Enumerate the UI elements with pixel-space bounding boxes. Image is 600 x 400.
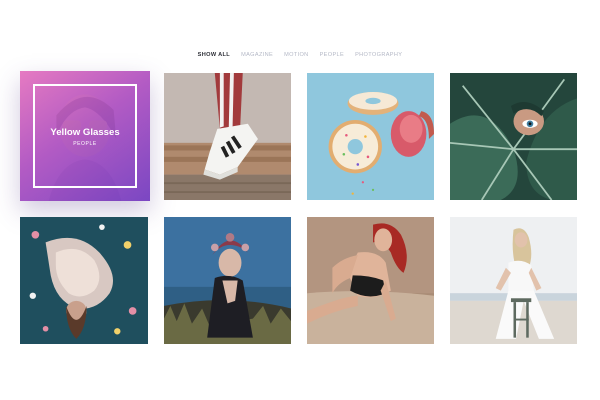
gallery-item-sneakers[interactable]: [164, 73, 291, 200]
donuts-photo: [307, 73, 434, 200]
redhair-photo: [307, 217, 434, 344]
crown-photo: [164, 217, 291, 344]
filter-nav: SHOW ALL MAGAZINE MOTION PEOPLE PHOTOGRA…: [0, 52, 600, 58]
gallery-item-water[interactable]: [20, 217, 148, 344]
gallery-item-donuts[interactable]: [307, 73, 434, 200]
filter-show-all[interactable]: SHOW ALL: [198, 52, 230, 58]
gallery-item-category: PEOPLE: [73, 141, 97, 147]
water-photo: [20, 217, 148, 344]
gallery-item-yellow-glasses[interactable]: Yellow Glasses PEOPLE: [20, 71, 150, 201]
gallery-item-crown[interactable]: [164, 217, 291, 344]
beach-photo: [450, 217, 577, 344]
gallery-item-leaf[interactable]: [450, 73, 577, 200]
filter-people[interactable]: PEOPLE: [320, 52, 345, 58]
gallery-item-title: Yellow Glasses: [50, 127, 120, 138]
filter-magazine[interactable]: MAGAZINE: [241, 52, 273, 58]
gallery-item-beach[interactable]: [450, 217, 577, 344]
filter-photography[interactable]: PHOTOGRAPHY: [355, 52, 402, 58]
portfolio-page: SHOW ALL MAGAZINE MOTION PEOPLE PHOTOGRA…: [0, 0, 600, 400]
gallery-item-redhair[interactable]: [307, 217, 434, 344]
leaf-photo: [450, 73, 577, 200]
sneakers-photo: [164, 73, 291, 200]
filter-motion[interactable]: MOTION: [284, 52, 308, 58]
